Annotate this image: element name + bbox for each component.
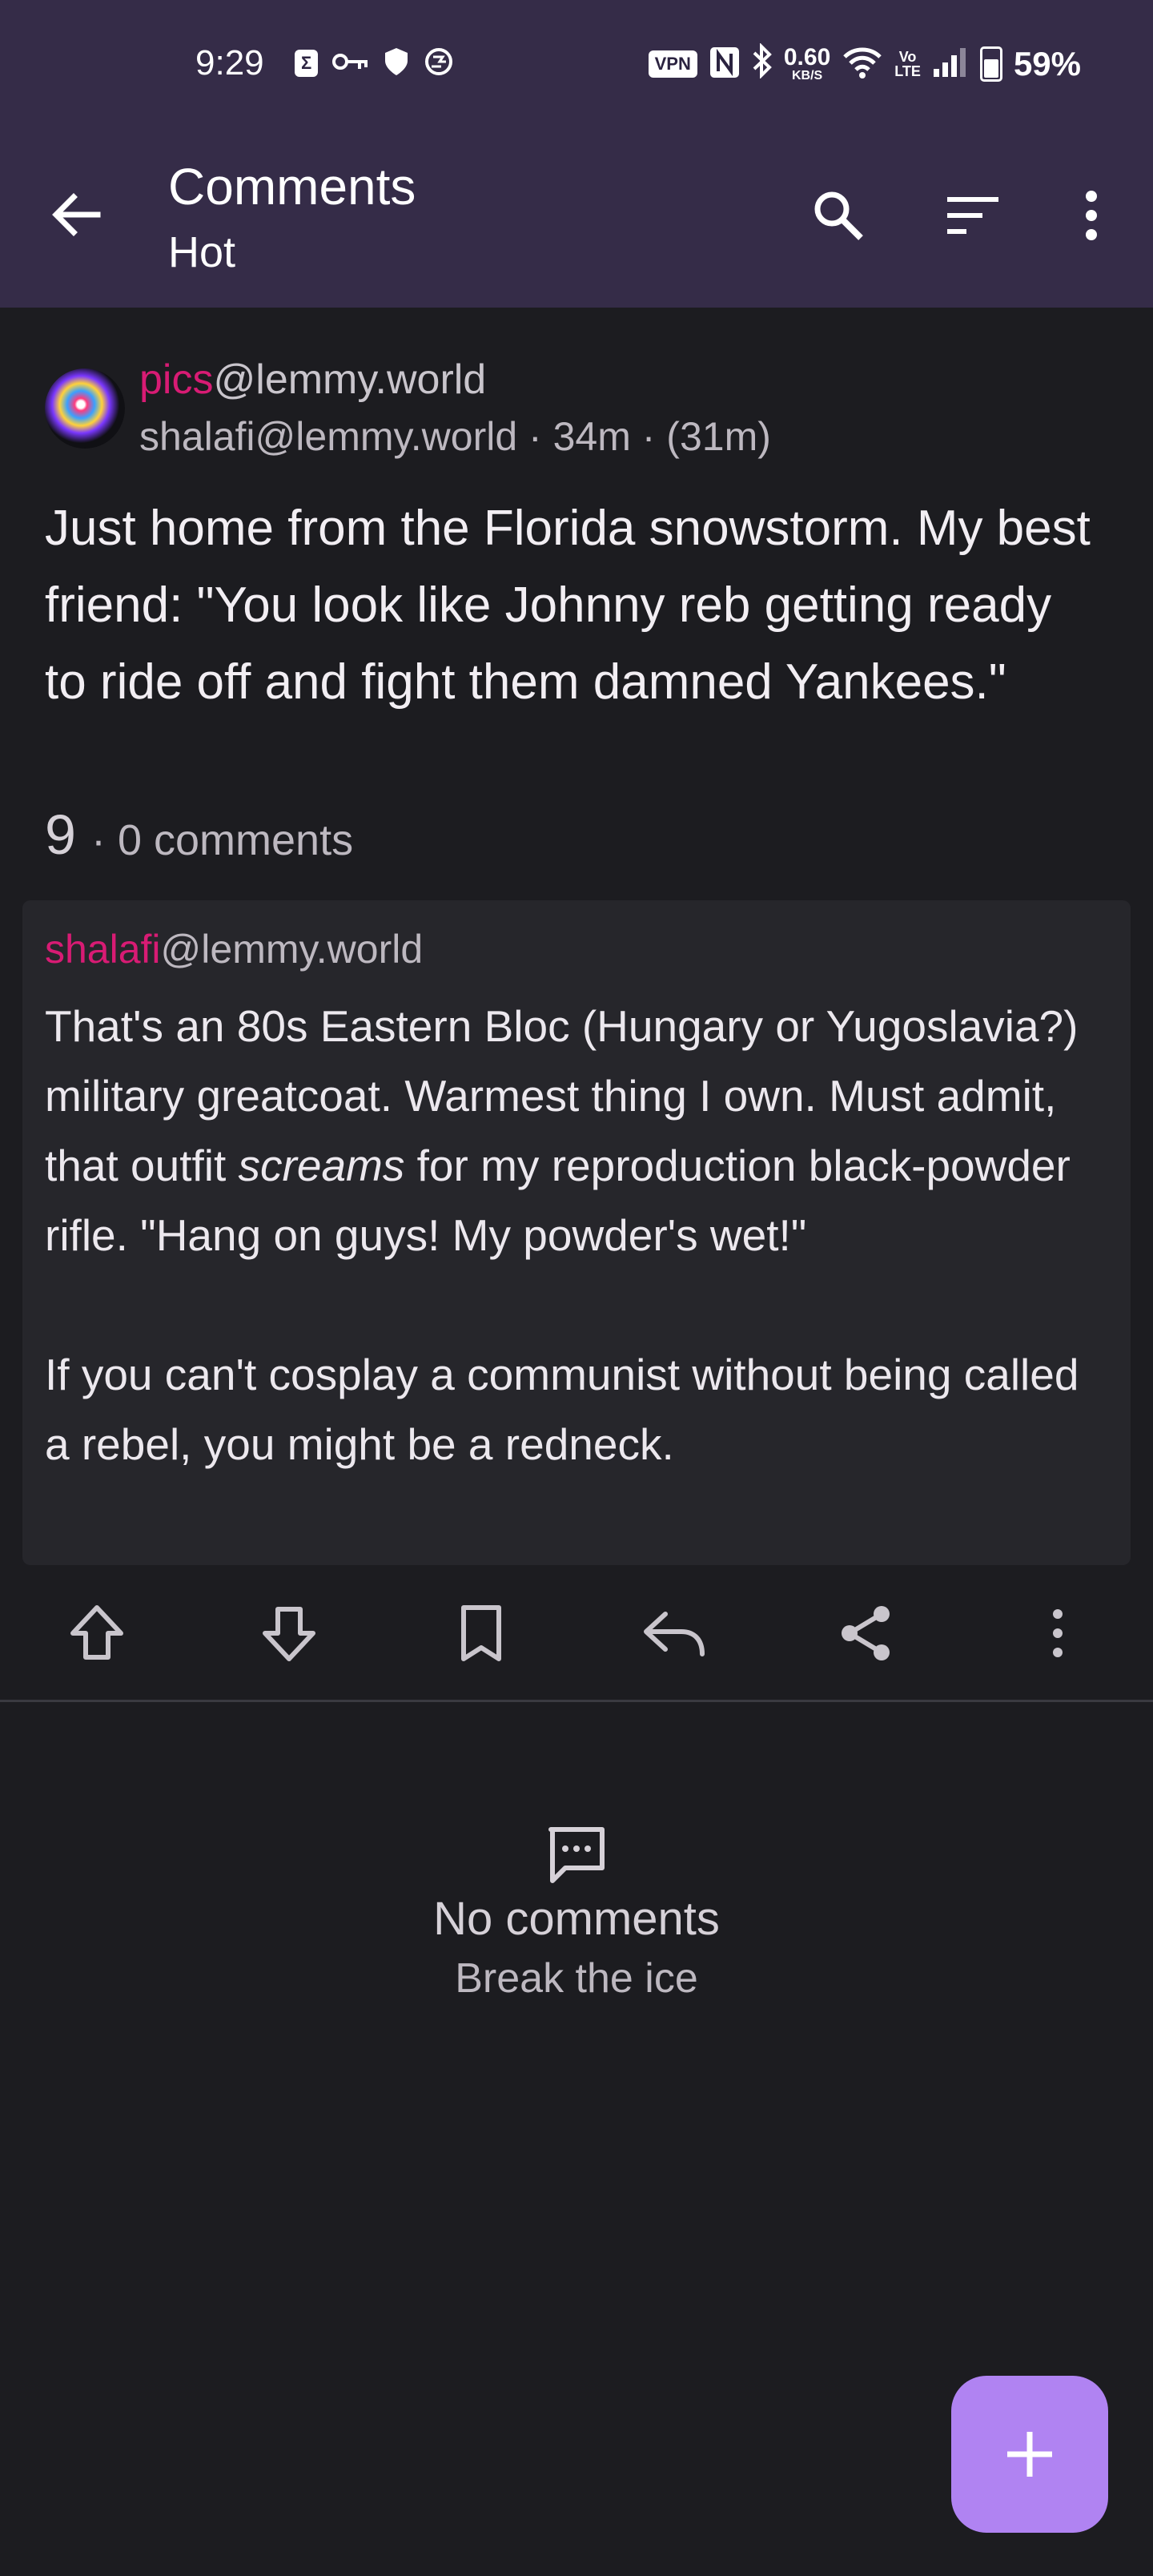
save-button[interactable] bbox=[437, 1589, 525, 1677]
post-title: Just home from the Florida snowstorm. My… bbox=[45, 501, 1091, 710]
more-vert-icon bbox=[1053, 1609, 1063, 1657]
bluetooth-icon bbox=[752, 42, 773, 84]
plus-icon bbox=[1007, 2432, 1052, 2477]
reply-icon bbox=[644, 1612, 705, 1656]
body-emphasis: screams bbox=[238, 1141, 405, 1190]
post-author-line[interactable]: shalafi@lemmy.world · 34m · (31m) bbox=[139, 413, 771, 460]
share-icon bbox=[842, 1606, 890, 1660]
empty-state-subtitle: Break the ice bbox=[455, 1955, 698, 2002]
comment-bubble-icon bbox=[544, 1823, 609, 1887]
post-score: 9 bbox=[45, 803, 76, 866]
community-instance: @lemmy.world bbox=[213, 356, 487, 403]
post-action-bar bbox=[0, 1581, 1153, 1685]
vpn-icon: VPN bbox=[648, 50, 697, 78]
body-author[interactable]: shalafi@lemmy.world bbox=[45, 926, 423, 972]
post-comment-count: · 0 comments bbox=[91, 816, 354, 864]
add-comment-button[interactable] bbox=[951, 2376, 1108, 2533]
post-more-button[interactable] bbox=[1014, 1589, 1102, 1677]
page-title: Comments bbox=[168, 158, 416, 215]
search-button[interactable] bbox=[802, 179, 874, 252]
status-bar: 9:29 Σ VPN 0.60 KB/S Vo LTE 59% bbox=[0, 0, 1153, 133]
sort-icon bbox=[947, 197, 998, 234]
bookmark-icon bbox=[461, 1605, 501, 1661]
status-notification-icons: Σ bbox=[295, 46, 454, 80]
search-icon bbox=[814, 191, 863, 240]
sort-button[interactable] bbox=[937, 179, 1009, 252]
reply-button[interactable] bbox=[629, 1589, 717, 1677]
share-button[interactable] bbox=[822, 1589, 910, 1677]
body-author-instance: @lemmy.world bbox=[160, 927, 424, 972]
key-icon bbox=[332, 50, 369, 77]
signal-icon bbox=[932, 46, 969, 82]
empty-state-title: No comments bbox=[433, 1893, 720, 1945]
top-bar: 9:29 Σ VPN 0.60 KB/S Vo LTE 59% Comments… bbox=[0, 0, 1153, 308]
nfc-icon bbox=[709, 46, 741, 83]
battery-percent: 59% bbox=[1013, 44, 1081, 83]
community-link[interactable]: pics@lemmy.world bbox=[139, 356, 486, 404]
sort-subtitle: Hot bbox=[168, 228, 236, 276]
body-author-name: shalafi bbox=[45, 927, 161, 972]
upvote-arrow-icon bbox=[70, 1605, 123, 1660]
shield-icon bbox=[384, 46, 409, 80]
downvote-button[interactable] bbox=[245, 1589, 333, 1677]
back-button[interactable] bbox=[45, 183, 109, 247]
arrow-back-icon bbox=[52, 193, 101, 236]
downvote-arrow-icon bbox=[263, 1607, 315, 1661]
divider bbox=[0, 1700, 1153, 1702]
post-body-text: That's an 80s Eastern Bloc (Hungary or Y… bbox=[45, 992, 1110, 1479]
body-paragraph-2: If you can't cosplay a communist without… bbox=[45, 1350, 1079, 1469]
community-avatar[interactable] bbox=[45, 368, 125, 449]
more-vert-icon bbox=[1086, 191, 1097, 240]
network-speed: 0.60 KB/S bbox=[783, 43, 831, 83]
body-paragraph-1: That's an 80s Eastern Bloc (Hungary or Y… bbox=[45, 1001, 1079, 1260]
status-system-icons: VPN 0.60 KB/S Vo LTE 59% bbox=[648, 42, 1081, 84]
battery-icon bbox=[979, 46, 1002, 82]
post-body-card: shalafi@lemmy.world That's an 80s Easter… bbox=[22, 900, 1131, 1565]
volte-icon: Vo LTE bbox=[894, 48, 921, 79]
wifi-icon bbox=[842, 46, 883, 83]
community-name: pics bbox=[139, 356, 214, 403]
sync-app-icon bbox=[424, 46, 454, 80]
sigma-app-icon: Σ bbox=[295, 50, 319, 77]
upvote-button[interactable] bbox=[53, 1589, 141, 1677]
status-time: 9:29 bbox=[195, 43, 264, 83]
more-options-button[interactable] bbox=[1055, 179, 1127, 252]
